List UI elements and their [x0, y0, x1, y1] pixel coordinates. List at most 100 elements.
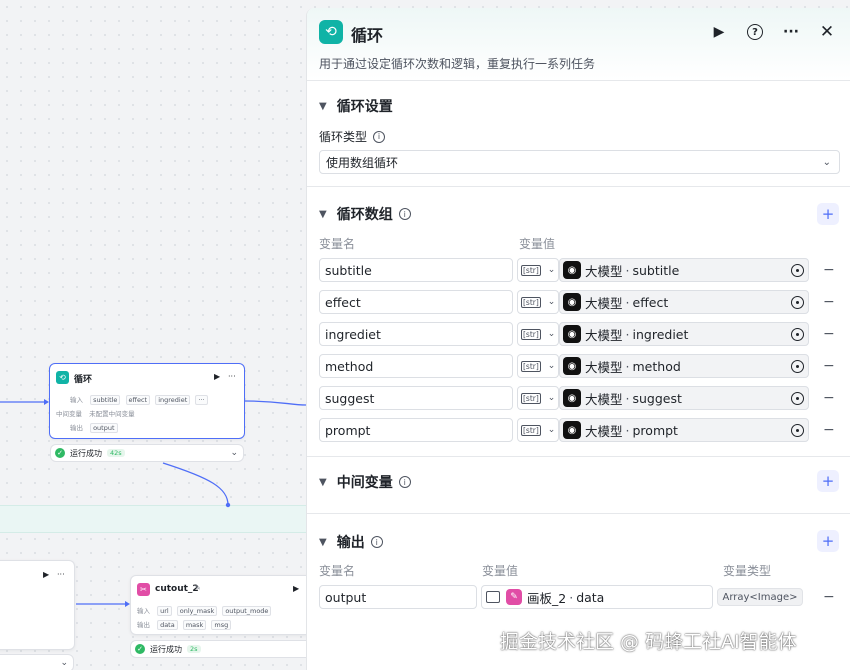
output-name-input[interactable]: output [319, 585, 477, 609]
chevron-down-icon[interactable]: ⌄ [60, 658, 68, 668]
help-icon[interactable]: ? [743, 20, 767, 44]
target-icon[interactable] [791, 327, 804, 341]
value-column-header: 变量值 [519, 237, 556, 251]
status-text: 运行成功 [70, 448, 102, 458]
play-icon[interactable]: ▶ [707, 20, 731, 44]
ref-field: ingrediet [632, 326, 689, 342]
status-text: 运行成功 [150, 644, 182, 654]
target-icon[interactable] [791, 359, 804, 373]
info-icon[interactable]: i [370, 536, 383, 548]
remove-array-item-button[interactable]: − [823, 390, 835, 406]
array-item-type-select[interactable]: [str] ⌄ [517, 258, 559, 282]
target-icon[interactable] [791, 295, 804, 309]
section-output[interactable]: ▼ 输出 i [319, 532, 383, 552]
cutout-node[interactable]: ✂ cutout_2 ✎ ▶ 输入 url only_mask output_m… [130, 575, 320, 635]
array-item-value-ref[interactable]: ◉ 大模型 · ingrediet [559, 322, 809, 346]
array-item-name-input[interactable]: ingrediet [319, 322, 513, 346]
array-item-type-select[interactable]: [str] ⌄ [517, 290, 559, 314]
cutout-node-status[interactable]: ✓ 运行成功 2s [130, 640, 320, 658]
array-item-type-select[interactable]: [str] ⌄ [517, 322, 559, 346]
input-label: 输入 [137, 607, 150, 615]
target-icon[interactable] [791, 423, 804, 437]
array-item-type-select[interactable]: [str] ⌄ [517, 418, 559, 442]
remove-array-item-button[interactable]: − [823, 294, 835, 310]
type-column-header: 变量类型 [723, 564, 772, 578]
info-icon[interactable]: i [398, 208, 411, 220]
previous-node[interactable]: ▶ ··· [0, 560, 75, 650]
loop-type-select[interactable]: 使用数组循环 ⌄ [319, 150, 840, 174]
previous-node-status[interactable]: ⌄ [0, 654, 74, 670]
remove-output-button[interactable]: − [823, 589, 835, 605]
remove-array-item-button[interactable]: − [823, 422, 835, 438]
play-icon[interactable]: ▶ [43, 570, 49, 579]
more-icon[interactable]: ··· [779, 20, 803, 44]
ref-field: method [632, 358, 681, 374]
section-title: 中间变量 [336, 475, 393, 491]
edit-icon[interactable]: ✎ [195, 584, 201, 592]
info-icon[interactable]: i [373, 130, 386, 143]
array-item-name: suggest [325, 390, 375, 406]
array-item-value-ref[interactable]: ◉ 大模型 · effect [559, 290, 809, 314]
section-intermediate[interactable]: ▼ 中间变量 i [319, 472, 411, 492]
target-icon[interactable] [791, 263, 804, 277]
value-column-header: 变量值 [482, 564, 519, 578]
array-item-name-input[interactable]: subtitle [319, 258, 513, 282]
llm-icon: ◉ [563, 389, 581, 407]
section-loop-array[interactable]: ▼ 循环数组 i [319, 204, 411, 224]
loop-node[interactable]: ⟲ 循环 ▶ ··· 输入 subtitle effect ingrediet … [49, 363, 245, 439]
array-item-type-select[interactable]: [str] ⌄ [517, 386, 559, 410]
cutout-icon: ✂ [137, 583, 150, 596]
output-chip: mask [182, 620, 207, 630]
array-item-value-ref[interactable]: ◉ 大模型 · prompt [559, 418, 809, 442]
loop-node-status[interactable]: ✓ 运行成功 42s ⌄ [50, 444, 244, 462]
loop-node-mid-row: 中间变量 未配置中间变量 [56, 408, 135, 418]
array-item-type-select[interactable]: [str] ⌄ [517, 354, 559, 378]
section-title: 循环数组 [336, 207, 393, 223]
llm-icon: ◉ [563, 357, 581, 375]
chevron-down-icon[interactable]: ▼ [319, 537, 327, 548]
name-column-header: 变量名 [319, 237, 356, 251]
remove-array-item-button[interactable]: − [823, 358, 835, 374]
divider [307, 456, 850, 457]
chevron-down-icon: ⌄ [547, 329, 556, 339]
more-icon[interactable]: ··· [228, 372, 236, 381]
ref-field: suggest [632, 390, 682, 406]
add-output-button[interactable]: + [817, 530, 839, 552]
remove-array-item-button[interactable]: − [823, 262, 835, 278]
close-icon[interactable]: ✕ [815, 20, 839, 44]
chevron-down-icon[interactable]: ▼ [319, 209, 327, 220]
info-icon[interactable]: i [398, 476, 411, 488]
ref-source: 大模型 [585, 295, 623, 311]
input-chip: output_mode [222, 606, 272, 616]
remove-array-item-button[interactable]: − [823, 326, 835, 342]
target-icon[interactable] [791, 391, 804, 405]
chevron-down-icon[interactable]: ⌄ [230, 448, 238, 458]
loop-node-title: 循环 [74, 375, 93, 385]
array-item-name-input[interactable]: effect [319, 290, 513, 314]
input-label: 输入 [70, 396, 83, 404]
output-value-ref[interactable]: ✎ 画板_2 · data [481, 585, 713, 609]
edge-out-of-loop [244, 400, 307, 406]
ref-source: 大模型 [585, 263, 623, 279]
array-item-name-input[interactable]: suggest [319, 386, 513, 410]
play-icon[interactable]: ▶ [214, 372, 220, 381]
output-chip: output [90, 423, 118, 433]
array-item-value-ref[interactable]: ◉ 大模型 · suggest [559, 386, 809, 410]
array-item-name-input[interactable]: method [319, 354, 513, 378]
section-loop-settings[interactable]: ▼ 循环设置 [319, 96, 393, 116]
more-icon[interactable]: ··· [57, 570, 65, 579]
array-item-name: subtitle [325, 262, 372, 278]
array-item-name-input[interactable]: prompt [319, 418, 513, 442]
array-item-value-ref[interactable]: ◉ 大模型 · subtitle [559, 258, 809, 282]
loop-type-value: 使用数组循环 [326, 155, 399, 170]
add-intermediate-button[interactable]: + [817, 470, 839, 492]
chevron-down-icon[interactable]: ▼ [319, 101, 327, 112]
name-column-header: 变量名 [319, 564, 356, 578]
loop-icon: ⟲ [56, 371, 69, 384]
mid-label: 中间变量 [56, 410, 82, 418]
array-item-value-ref[interactable]: ◉ 大模型 · method [559, 354, 809, 378]
add-array-item-button[interactable]: + [817, 203, 839, 225]
play-icon[interactable]: ▶ [293, 584, 299, 593]
array-item-name: ingrediet [325, 326, 381, 342]
chevron-down-icon[interactable]: ▼ [319, 477, 327, 488]
